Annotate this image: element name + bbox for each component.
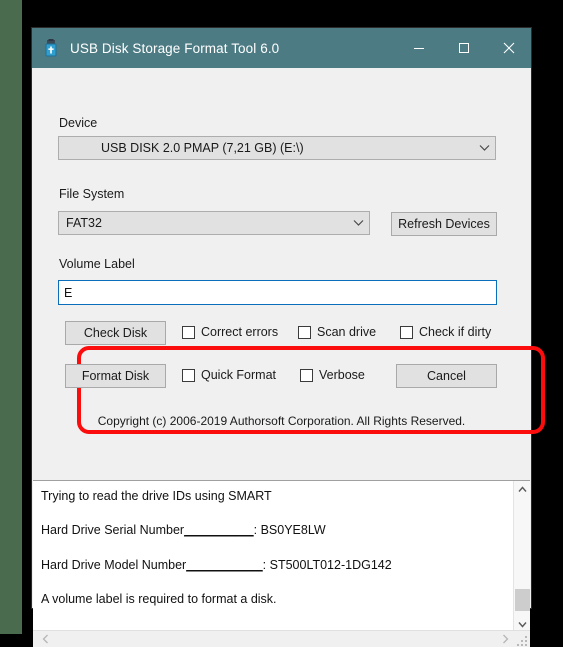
checkbox-box-icon <box>182 368 195 382</box>
checkbox-label: Check if dirty <box>419 325 492 339</box>
chevron-down-icon <box>347 219 369 227</box>
file-system-select[interactable]: FAT32 <box>58 211 370 235</box>
checkbox-box-icon <box>300 368 313 382</box>
log-line-2: Hard Drive Serial Number__________: BS0Y… <box>41 523 508 537</box>
log-line-1: Trying to read the drive IDs using SMART <box>41 489 272 503</box>
log-line-2-fill: __________ <box>184 523 254 538</box>
checkbox-box-icon <box>182 325 195 339</box>
chevron-down-icon <box>473 144 495 152</box>
checkbox-check-if-dirty[interactable]: Check if dirty <box>400 325 491 339</box>
check-disk-button[interactable]: Check Disk <box>65 321 166 345</box>
window-title: USB Disk Storage Format Tool 6.0 <box>70 40 280 56</box>
close-button[interactable] <box>486 28 531 68</box>
log-horizontal-scrollbar[interactable] <box>33 630 530 647</box>
log-line-3-value: : ST500LT012-1DG142 <box>262 557 392 572</box>
refresh-devices-button[interactable]: Refresh Devices <box>391 212 497 236</box>
desktop-left-strip <box>0 0 22 634</box>
checkbox-label: Scan drive <box>317 325 377 339</box>
scroll-left-icon[interactable] <box>37 631 54 647</box>
window-controls <box>396 28 531 68</box>
minimize-button[interactable] <box>396 28 441 68</box>
device-label: Device <box>59 116 98 130</box>
scroll-up-icon[interactable] <box>514 481 530 498</box>
log-vertical-scrollbar[interactable] <box>513 481 530 633</box>
title-bar: USB Disk Storage Format Tool 6.0 <box>32 28 531 68</box>
cancel-button[interactable]: Cancel <box>396 364 497 388</box>
copyright-text: Copyright (c) 2006-2019 Authorsoft Corpo… <box>97 414 466 428</box>
log-pane: Trying to read the drive IDs using SMART… <box>33 480 530 647</box>
checkbox-box-icon <box>298 325 311 339</box>
volume-label-value: E <box>64 285 73 300</box>
log-line-3-label: Hard Drive Model Number <box>41 557 187 572</box>
window-content: Device USB DISK 2.0 PMAP (7,21 GB) (E:\)… <box>32 68 545 647</box>
scrollbar-thumb[interactable] <box>515 589 530 611</box>
log-line-2-value: : BS0YE8LW <box>253 523 326 538</box>
checkbox-box-icon <box>400 325 413 339</box>
log-text: Trying to read the drive IDs using SMART… <box>41 489 508 607</box>
resize-grip-icon[interactable] <box>517 634 528 646</box>
scroll-right-icon[interactable] <box>497 631 514 647</box>
volume-label-label: Volume Label <box>59 257 135 271</box>
volume-label-input[interactable]: E <box>58 280 497 305</box>
log-line-2-label: Hard Drive Serial Number <box>41 523 185 538</box>
checkbox-scan-drive[interactable]: Scan drive <box>298 325 376 339</box>
file-system-label: File System <box>59 187 125 201</box>
checkbox-correct-errors[interactable]: Correct errors <box>182 325 278 339</box>
log-line-4: A volume label is required to format a d… <box>41 592 277 607</box>
device-select-value: USB DISK 2.0 PMAP (7,21 GB) (E:\) <box>101 141 304 155</box>
log-line-3: Hard Drive Model Number___________: ST50… <box>41 558 508 572</box>
checkbox-label: Quick Format <box>201 368 277 382</box>
maximize-button[interactable] <box>441 28 486 68</box>
checkbox-label: Correct errors <box>201 325 279 339</box>
checkbox-label: Verbose <box>319 368 365 382</box>
usb-drive-icon <box>42 39 60 57</box>
device-select[interactable]: USB DISK 2.0 PMAP (7,21 GB) (E:\) <box>58 136 496 160</box>
file-system-select-value: FAT32 <box>66 216 102 230</box>
app-window: USB Disk Storage Format Tool 6.0 Device <box>32 28 545 647</box>
checkbox-quick-format[interactable]: Quick Format <box>182 368 276 382</box>
checkbox-verbose[interactable]: Verbose <box>300 368 365 382</box>
format-disk-button[interactable]: Format Disk <box>65 364 166 388</box>
log-line-3-fill: ___________ <box>186 557 263 572</box>
